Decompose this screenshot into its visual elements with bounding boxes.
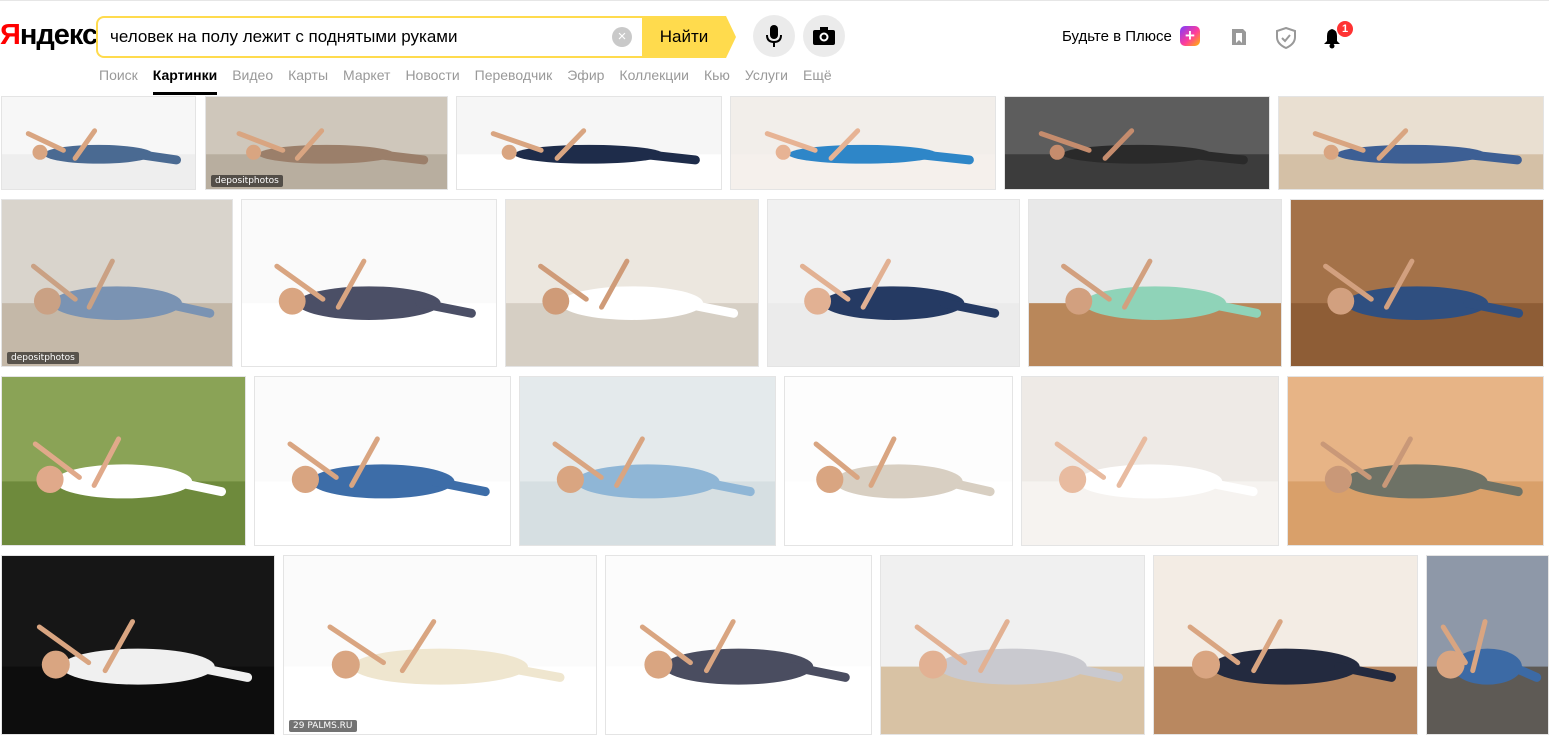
service-tabs: Поиск Картинки Видео Карты Маркет Новости Пере…: [99, 67, 832, 97]
close-icon[interactable]: ×: [612, 27, 632, 47]
shield-icon[interactable]: [1276, 27, 1296, 49]
plus-icon[interactable]: +: [1180, 26, 1200, 46]
tab-7[interactable]: Эфир: [567, 67, 604, 95]
tab-2[interactable]: Видео: [232, 67, 273, 95]
image-result[interactable]: [505, 199, 759, 367]
image-result[interactable]: [1, 96, 196, 190]
result-border: [767, 199, 1020, 367]
image-result[interactable]: [519, 376, 776, 546]
result-border: [205, 96, 448, 190]
plus-link[interactable]: Будьте в Плюсе: [1062, 27, 1172, 47]
camera-button[interactable]: [803, 15, 845, 57]
image-result[interactable]: [1, 376, 246, 546]
microphone-icon: [766, 25, 782, 47]
tab-10[interactable]: Услуги: [745, 67, 788, 95]
find-button-arrow: [726, 16, 736, 58]
tab-1[interactable]: Картинки: [152, 67, 218, 95]
result-border: [1153, 555, 1418, 735]
result-border: [1004, 96, 1270, 190]
collections-icon[interactable]: [1229, 27, 1249, 47]
image-result[interactable]: [1278, 96, 1544, 190]
notification-badge: 1: [1337, 21, 1353, 37]
tab-11[interactable]: Ещё: [803, 67, 832, 95]
image-result[interactable]: depositphotos: [1, 199, 233, 367]
result-border: [880, 555, 1145, 735]
image-result[interactable]: [1153, 555, 1418, 735]
tab-8[interactable]: Коллекции: [619, 67, 689, 95]
result-border: [456, 96, 722, 190]
camera-icon: [813, 27, 835, 45]
result-border: [605, 555, 872, 735]
search-input[interactable]: [96, 16, 642, 58]
image-result[interactable]: [1021, 376, 1279, 546]
image-result[interactable]: [784, 376, 1013, 546]
image-result[interactable]: [1426, 555, 1549, 735]
image-result[interactable]: depositphotos: [205, 96, 448, 190]
logo-rest: ндекс: [19, 19, 98, 51]
image-result[interactable]: [1028, 199, 1282, 367]
image-result[interactable]: [730, 96, 996, 190]
result-border: [1028, 199, 1282, 367]
tab-0[interactable]: Поиск: [99, 67, 138, 95]
result-border: [519, 376, 776, 546]
result-border: [1, 199, 233, 367]
image-result[interactable]: [1004, 96, 1270, 190]
find-button[interactable]: Найти: [642, 16, 726, 58]
image-result[interactable]: [880, 555, 1145, 735]
header: Яндекс × Найти Будьте в Плюсе + 1: [0, 0, 1549, 96]
result-border: [241, 199, 497, 367]
image-result[interactable]: [241, 199, 497, 367]
tab-5[interactable]: Новости: [405, 67, 459, 95]
image-result[interactable]: [1290, 199, 1544, 367]
logo-first-letter: Я: [0, 19, 21, 51]
result-border: [1287, 376, 1544, 546]
result-border: [1278, 96, 1544, 190]
tab-4[interactable]: Маркет: [343, 67, 390, 95]
image-result[interactable]: [1, 555, 275, 735]
image-result[interactable]: 29 PALMS.RU: [283, 555, 597, 735]
tab-9[interactable]: Кью: [704, 67, 730, 95]
image-result[interactable]: [1287, 376, 1544, 546]
result-border: [254, 376, 511, 546]
tab-3[interactable]: Карты: [288, 67, 328, 95]
image-result[interactable]: [456, 96, 722, 190]
image-result[interactable]: [254, 376, 511, 546]
yandex-logo[interactable]: Яндекс: [0, 15, 98, 55]
result-border: [505, 199, 759, 367]
result-border: [1021, 376, 1279, 546]
result-border: [784, 376, 1013, 546]
result-border: [1, 376, 246, 546]
result-border: [1426, 555, 1549, 735]
microphone-button[interactable]: [753, 15, 795, 57]
result-border: [283, 555, 597, 735]
search-form: × Найти: [96, 16, 736, 58]
image-result[interactable]: [767, 199, 1020, 367]
image-result[interactable]: [605, 555, 872, 735]
tab-6[interactable]: Переводчик: [475, 67, 553, 95]
result-border: [1, 555, 275, 735]
result-border: [1, 96, 196, 190]
result-border: [730, 96, 996, 190]
result-border: [1290, 199, 1544, 367]
